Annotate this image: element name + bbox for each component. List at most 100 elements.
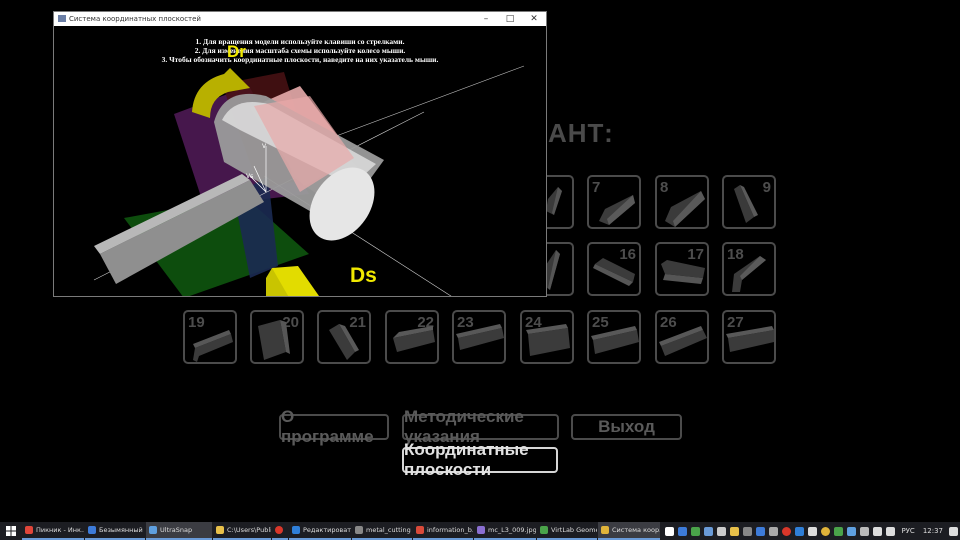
taskbar-item[interactable]: VirtLab Geome... [537, 522, 597, 540]
opera-icon [275, 526, 283, 534]
taskbar-item[interactable]: Редактироват... [289, 522, 351, 540]
taskbar-item-label: UltraSnap [160, 526, 193, 534]
app-icon [25, 526, 33, 534]
tool-image [732, 256, 766, 292]
tray-app-icon[interactable] [717, 526, 727, 536]
taskbar-item-label: C:\Users\Publi... [227, 526, 271, 534]
tool-image [665, 191, 705, 227]
volume-icon[interactable] [886, 526, 896, 536]
tool-image [393, 326, 435, 352]
label-ds: Ds [350, 264, 377, 287]
app-icon [88, 526, 96, 534]
tool-tile-19[interactable]: 19 [183, 310, 237, 364]
tool-tile-27[interactable]: 27 [722, 310, 776, 364]
taskbar-item-label: metal_cutting ... [366, 526, 412, 534]
tool-image [456, 324, 504, 350]
tray-app-icon[interactable] [730, 526, 740, 536]
app-icon [416, 526, 424, 534]
clock[interactable]: 12:37 [923, 527, 943, 535]
taskbar-item-label: Система коор... [612, 526, 660, 534]
minimize-icon[interactable]: – [474, 12, 498, 26]
close-icon[interactable]: ✕ [522, 12, 546, 26]
tray-app-icon[interactable] [834, 526, 844, 536]
show-hidden-icons-icon[interactable] [860, 526, 870, 536]
tray-app-icon[interactable] [795, 526, 805, 536]
taskbar-item[interactable]: Система коор... [598, 522, 660, 540]
tray-app-icon[interactable] [847, 526, 857, 536]
taskbar-item[interactable]: information_b... [413, 522, 473, 540]
taskbar-item[interactable]: Пикник - Инк... [22, 522, 84, 540]
app-icon [540, 526, 548, 534]
taskbar-item-label: Безымянный ... [99, 526, 145, 534]
tool-tile-26[interactable]: 26 [655, 310, 709, 364]
tool-tile-18[interactable]: 18 [722, 242, 776, 296]
tool-tile-21[interactable]: 21 [317, 310, 371, 364]
guide-button[interactable]: Методические указания [402, 407, 559, 446]
tool-image [726, 326, 774, 352]
language-indicator[interactable]: РУС [901, 527, 914, 535]
tray-app-icon[interactable] [665, 526, 675, 536]
vector-label-vs: Vs [246, 173, 253, 180]
app-icon [477, 526, 485, 534]
tool-tile-17[interactable]: 17 [655, 242, 709, 296]
app-icon [149, 526, 157, 534]
taskbar-item-label: Редактироват... [303, 526, 351, 534]
app-icon [58, 15, 66, 22]
tool-tile-9[interactable]: 9 [722, 175, 776, 229]
tool-image [734, 185, 758, 223]
notifications-icon[interactable] [949, 526, 958, 536]
taskbar-item-label: VirtLab Geome... [551, 526, 597, 534]
taskbar-item[interactable] [272, 522, 288, 540]
tool-tile-24[interactable]: 24 [520, 310, 574, 364]
taskbar-item-label: mc_L3_009.jpg ... [488, 526, 536, 534]
label-dr: Dr [227, 42, 246, 61]
tool-image [258, 320, 290, 360]
network-icon[interactable] [873, 526, 883, 536]
system-tray: РУС 12:37 [663, 522, 960, 540]
instruction-line: 1. Для вращения модели используйте клави… [195, 37, 405, 46]
tool-image [193, 330, 233, 362]
window-titlebar[interactable]: Система координатных плоскостей – □ ✕ [54, 12, 546, 26]
tray-app-icon[interactable] [704, 526, 714, 536]
taskbar-item[interactable]: mc_L3_009.jpg ... [474, 522, 536, 540]
about-button[interactable]: О программе [279, 407, 389, 446]
maximize-icon[interactable]: □ [498, 12, 522, 26]
tray-app-icon[interactable] [769, 526, 779, 536]
tool-image [329, 324, 359, 360]
tool-image [659, 326, 707, 356]
taskbar-item[interactable]: Безымянный ... [85, 522, 145, 540]
tool-tile-25[interactable]: 25 [587, 310, 641, 364]
tool-tile-16[interactable]: 16 [587, 242, 641, 296]
tool-image [591, 326, 639, 354]
tray-app-icon[interactable] [808, 526, 818, 536]
tray-app-icon[interactable] [691, 526, 701, 536]
tool-image [661, 260, 705, 284]
taskbar-item-label: information_b... [427, 526, 473, 534]
taskbar-item[interactable]: C:\Users\Publi... [213, 522, 271, 540]
tool-image [599, 195, 635, 225]
taskbar-item[interactable]: UltraSnap [146, 522, 212, 540]
exit-button[interactable]: Выход [571, 414, 682, 440]
taskbar-item[interactable]: metal_cutting ... [352, 522, 412, 540]
app-icon [216, 526, 224, 534]
tray-app-icon[interactable] [821, 526, 831, 536]
tray-app-icon[interactable] [756, 526, 766, 536]
tool-tile-23[interactable]: 23 [452, 310, 506, 364]
tool-tile-20[interactable]: 20 [250, 310, 304, 364]
tool-tile-8[interactable]: 8 [655, 175, 709, 229]
window-title: Система координатных плоскостей [69, 15, 201, 23]
coordinate-planes-button[interactable]: Координатные плоскости [402, 440, 558, 479]
tray-app-icon[interactable] [743, 526, 753, 536]
tray-app-icon[interactable] [678, 526, 688, 536]
start-button[interactable] [0, 522, 22, 540]
tray-app-icon[interactable] [782, 526, 792, 536]
tool-image [593, 258, 635, 286]
tool-image [526, 324, 570, 356]
tool-tile-22[interactable]: 22 [385, 310, 439, 364]
instruction-line: 2. Для изменения масштаба схемы использу… [194, 46, 406, 55]
model-3d-view[interactable]: V Vs [54, 26, 547, 297]
taskbar: Пикник - Инк... Безымянный ... UltraSnap… [0, 522, 960, 540]
coordinate-planes-window: Система координатных плоскостей – □ ✕ V … [53, 11, 547, 297]
tool-tile-7[interactable]: 7 [587, 175, 641, 229]
app-icon [355, 526, 363, 534]
